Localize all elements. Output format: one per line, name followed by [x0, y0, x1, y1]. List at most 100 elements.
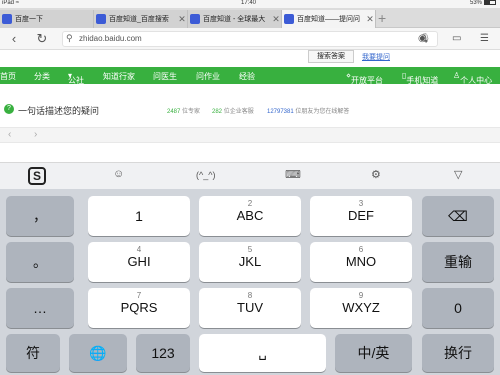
- main-nav: 首页 分类 公社 ▾ 知道行家 问医生 问作业 经验 ⋄ 开放平台 ▯ 手机知道…: [0, 67, 500, 85]
- sogou-logo-icon[interactable]: S: [28, 167, 46, 185]
- key-comma[interactable]: ，: [6, 196, 74, 236]
- question-icon: ?: [4, 104, 14, 114]
- key-4-ghi[interactable]: 4 GHI: [88, 242, 190, 282]
- settings-gear-icon[interactable]: ⚙: [371, 168, 381, 181]
- close-icon[interactable]: ✕: [365, 14, 375, 25]
- key-9-wxyz[interactable]: 9 WXYZ: [310, 288, 412, 328]
- nav-item-label: 个人中心: [460, 76, 493, 85]
- key-number: 6: [358, 245, 364, 254]
- hide-keyboard-icon[interactable]: ▽: [454, 168, 462, 181]
- stat-label: 位企业客服: [223, 109, 254, 115]
- backspace-key[interactable]: ⌫: [422, 196, 494, 236]
- key-label: 123: [151, 345, 175, 361]
- nav-item-profile[interactable]: ♙ 个人中心: [453, 71, 492, 85]
- previous-arrow-icon[interactable]: ‹: [8, 129, 11, 140]
- globe-icon: 🌐: [89, 345, 107, 361]
- nav-item-doctor[interactable]: 问医生: [153, 71, 177, 82]
- nav-item-mobile[interactable]: ▯ 手机知道: [402, 71, 438, 85]
- browser-tab[interactable]: 百度一下: [0, 10, 94, 28]
- key-label: 1: [135, 208, 143, 224]
- keyboard-toolbar: S ☺ (^_^) ⌨ ⚙ ▽: [0, 162, 500, 189]
- key-label: ，: [33, 208, 47, 224]
- stat-online-friends: 12797381 位朋友为您在线解答: [267, 106, 349, 115]
- key-ellipsis[interactable]: …: [6, 288, 74, 328]
- url-field[interactable]: ⚲ zhidao.baidu.com 🎙: [62, 31, 438, 47]
- language-toggle-key[interactable]: 中/英: [335, 334, 412, 372]
- tab-title: 百度知道 - 全球最大: [203, 16, 266, 23]
- emoticon-icon[interactable]: (^_^): [196, 170, 215, 180]
- key-label: GHI: [127, 254, 151, 269]
- key-number: 8: [247, 291, 253, 300]
- new-tab-button[interactable]: +: [378, 10, 386, 26]
- key-label: MNO: [345, 254, 377, 269]
- numbers-key[interactable]: 123: [136, 334, 190, 372]
- device-label: iPad ≈: [2, 0, 19, 6]
- backspace-icon: ⌫: [448, 208, 468, 224]
- stat-label: 位朋友为您在线解答: [295, 109, 350, 115]
- stat-experts: 2487 位专家: [167, 106, 200, 115]
- emoji-icon[interactable]: ☺: [113, 168, 124, 180]
- retype-key[interactable]: 重输: [422, 242, 494, 282]
- question-input[interactable]: 一句话描述您的疑问: [18, 104, 99, 117]
- menu-icon[interactable]: ☰: [480, 31, 489, 47]
- nav-item-open-platform[interactable]: ⋄ 开放平台: [346, 71, 383, 85]
- key-label: JKL: [238, 254, 262, 269]
- status-bar: iPad ≈ 17:40 53%: [0, 0, 500, 8]
- nav-item-category[interactable]: 分类: [34, 71, 50, 82]
- close-icon[interactable]: ✕: [271, 14, 281, 25]
- browser-tab[interactable]: 百度知道_百度搜索 ✕: [94, 10, 188, 28]
- key-number: 4: [136, 245, 142, 254]
- space-key[interactable]: ␣: [199, 334, 326, 372]
- key-5-jkl[interactable]: 5 JKL: [199, 242, 301, 282]
- nav-item-homework[interactable]: 问作业: [196, 71, 220, 82]
- browser-tab-active[interactable]: 百度知道——提问问 ✕: [282, 10, 376, 28]
- ask-question-link[interactable]: 我要提问: [362, 52, 390, 62]
- tab-title: 百度知道——提问问: [297, 16, 360, 23]
- nav-item-home[interactable]: 首页: [0, 71, 16, 82]
- keyboard-icon[interactable]: ⌨: [285, 168, 301, 181]
- address-bar: ‹ ↻ ⚲ zhidao.baidu.com 🎙 ◉ ▭ ☰: [0, 28, 500, 50]
- symbols-key[interactable]: 符: [6, 334, 60, 372]
- key-label: 0: [454, 300, 462, 316]
- next-arrow-icon[interactable]: ›: [34, 129, 37, 140]
- url-text: zhidao.baidu.com: [79, 34, 142, 43]
- battery-indicator: 53%: [470, 0, 496, 6]
- space-icon: ␣: [258, 345, 267, 360]
- search-icon: ⚲: [66, 33, 73, 43]
- key-7-pqrs[interactable]: 7 PQRS: [88, 288, 190, 328]
- key-label: PQRS: [120, 300, 158, 315]
- return-key[interactable]: 换行: [422, 334, 494, 372]
- keyboard: ， 1 2 ABC 3 DEF ⌫ 。 4 GHI 5 JKL 6 MNO 重输 … 7P…: [0, 189, 500, 375]
- globe-key[interactable]: 🌐: [69, 334, 127, 372]
- key-0[interactable]: 0: [422, 288, 494, 328]
- clock: 17:40: [241, 0, 257, 6]
- key-label: 符: [26, 345, 40, 361]
- ask-question-bar[interactable]: ? 一句话描述您的疑问 2487 位专家 282 位企业客服 12797381 …: [0, 102, 500, 118]
- key-label: WXYZ: [342, 300, 380, 315]
- nav-item-experience[interactable]: 经验: [239, 71, 255, 82]
- key-period[interactable]: 。: [6, 242, 74, 282]
- nav-item-community[interactable]: 公社 ▾: [68, 71, 84, 85]
- key-8-tuv[interactable]: 8 TUV: [199, 288, 301, 328]
- tab-bar: 百度一下 百度知道_百度搜索 ✕ 百度知道 - 全球最大 ✕ 百度知道——提问问…: [0, 8, 500, 28]
- back-arrow-icon[interactable]: ‹: [6, 31, 22, 47]
- video-icon[interactable]: ▭: [452, 31, 461, 47]
- search-answers-button[interactable]: 搜索答案: [308, 50, 354, 63]
- key-number: 5: [247, 245, 253, 254]
- key-label: ABC: [236, 208, 264, 223]
- camera-icon[interactable]: ◉: [418, 31, 427, 47]
- baidu-favicon-icon: [96, 14, 106, 24]
- baidu-favicon-icon: [190, 14, 200, 24]
- key-number: 9: [358, 291, 364, 300]
- key-3-def[interactable]: 3 DEF: [310, 196, 412, 236]
- browser-tab[interactable]: 百度知道 - 全球最大 ✕: [188, 10, 282, 28]
- nav-item-label: 手机知道: [406, 76, 439, 85]
- reload-icon[interactable]: ↻: [34, 31, 50, 47]
- close-icon[interactable]: ✕: [177, 14, 187, 25]
- stat-customer-service: 282 位企业客服: [212, 106, 254, 115]
- key-1[interactable]: 1: [88, 196, 190, 236]
- stat-label: 位专家: [182, 109, 201, 115]
- key-2-abc[interactable]: 2 ABC: [199, 196, 301, 236]
- nav-item-experts[interactable]: 知道行家: [103, 71, 135, 82]
- key-6-mno[interactable]: 6 MNO: [310, 242, 412, 282]
